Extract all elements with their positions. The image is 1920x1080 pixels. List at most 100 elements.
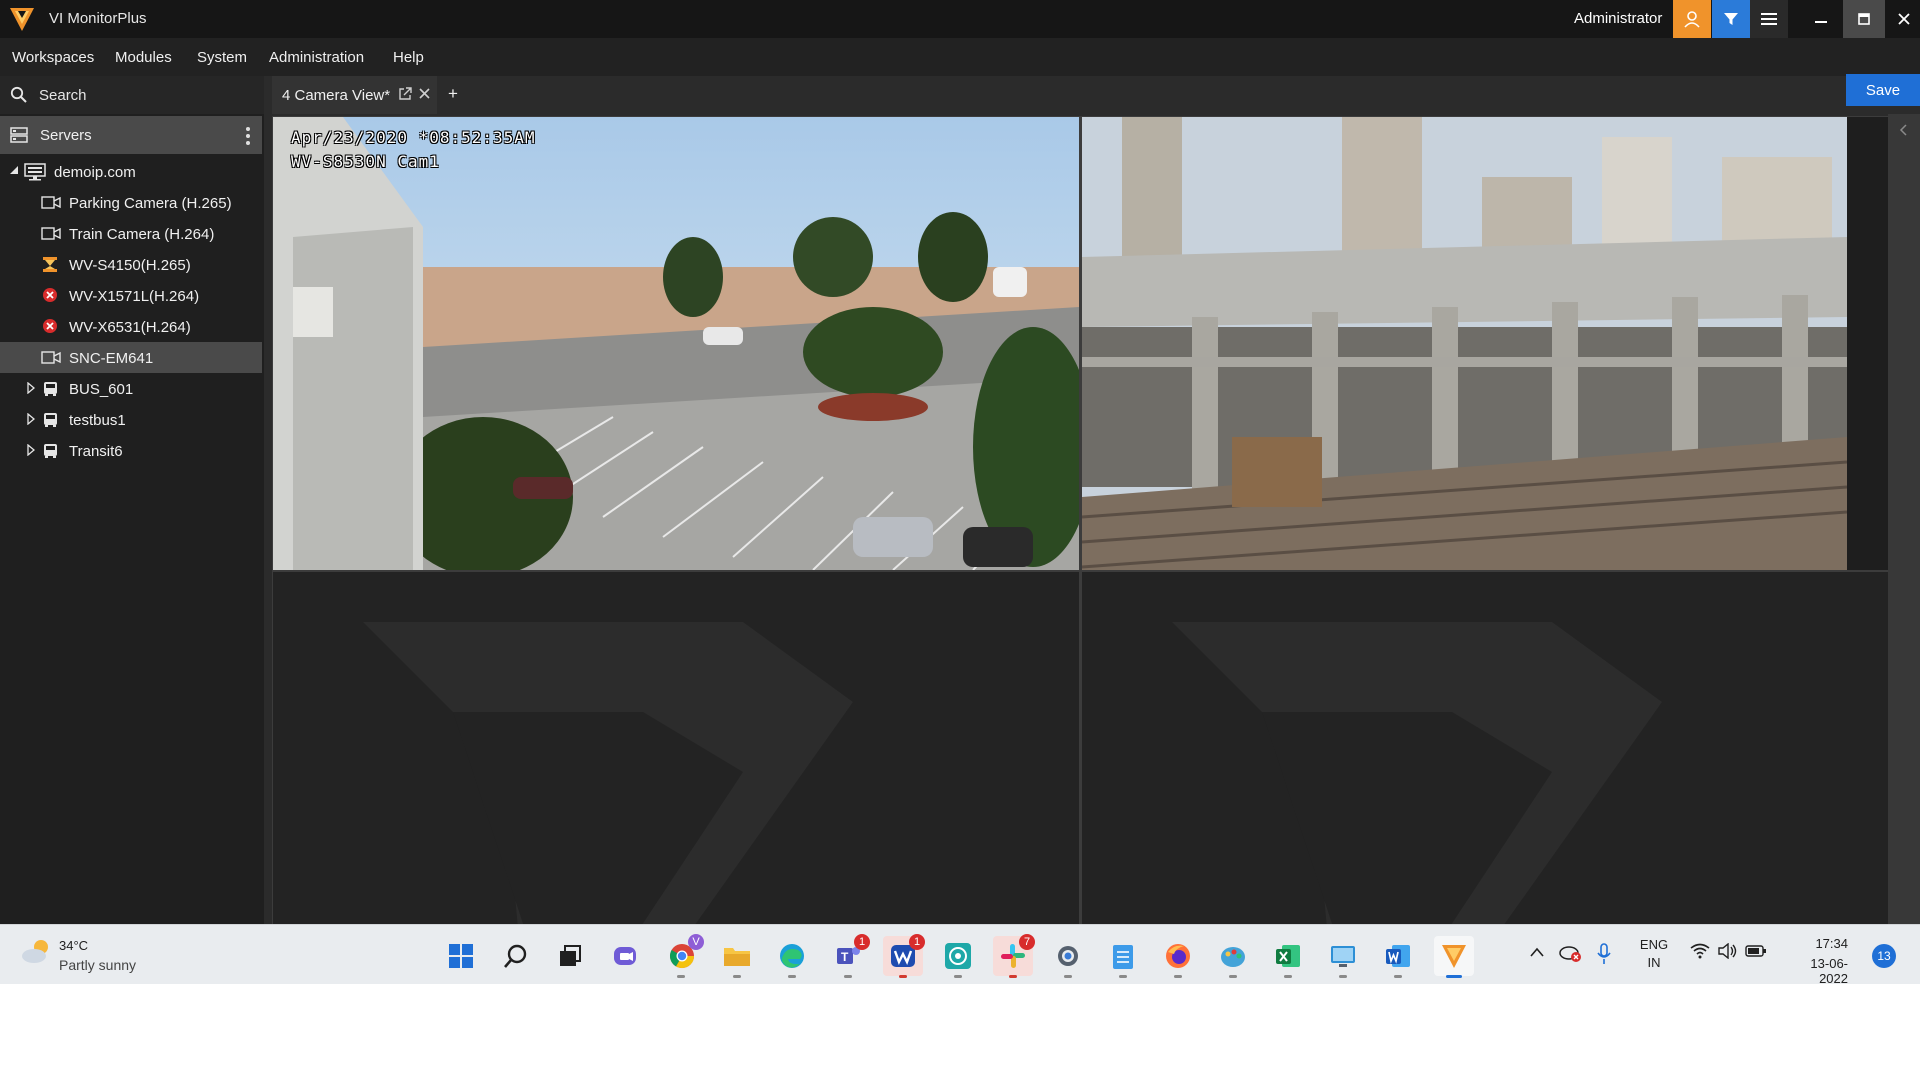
camera-label: WV-S4150(H.265) xyxy=(69,257,191,274)
file-explorer-button[interactable] xyxy=(717,936,757,976)
clock-date[interactable]: 13-06-2022 xyxy=(1788,956,1848,984)
collapsed-triangle-icon[interactable] xyxy=(27,444,35,456)
volume-icon[interactable] xyxy=(1718,943,1738,959)
camera-tile-empty[interactable] xyxy=(273,572,1079,984)
user-name[interactable]: Administrator xyxy=(1574,10,1662,27)
tree-item-camera[interactable]: WV-X1571L(H.264) xyxy=(0,280,262,311)
paint-button[interactable] xyxy=(1213,936,1253,976)
camera-error-icon xyxy=(43,288,57,302)
save-button[interactable]: Save xyxy=(1846,74,1920,106)
right-panel-rail[interactable] xyxy=(1888,114,1920,984)
menu-system[interactable]: System xyxy=(197,49,247,66)
camera-icon xyxy=(41,227,61,240)
start-button[interactable] xyxy=(441,936,481,976)
camera-tile-empty[interactable] xyxy=(1082,572,1888,984)
camera-warning-icon xyxy=(43,257,57,272)
tree-item-bus[interactable]: Transit6 xyxy=(0,435,262,466)
train-station-video-feed xyxy=(1082,117,1847,570)
task-view-button[interactable] xyxy=(550,936,590,976)
chat-button[interactable] xyxy=(606,936,646,976)
parking-lot-video-feed xyxy=(273,117,1079,570)
expanded-triangle-icon[interactable] xyxy=(9,165,19,175)
search-label: Search xyxy=(39,87,87,104)
file-explorer-icon xyxy=(724,948,750,966)
tree-item-camera[interactable]: Parking Camera (H.265) xyxy=(0,187,262,218)
weather-description[interactable]: Partly sunny xyxy=(59,957,136,973)
remote-desktop-button[interactable] xyxy=(1323,936,1363,976)
taskbar-search-button[interactable] xyxy=(496,936,536,976)
tab-close-icon[interactable] xyxy=(418,87,431,100)
maximize-button[interactable] xyxy=(1843,0,1885,38)
tree-item-camera-selected[interactable]: SNC-EM641 xyxy=(0,342,262,373)
tree-item-camera[interactable]: WV-S4150(H.265) xyxy=(0,249,262,280)
tree-item-bus[interactable]: testbus1 xyxy=(0,404,262,435)
chrome-button[interactable]: V xyxy=(662,934,704,976)
running-indicator xyxy=(1229,975,1237,978)
tree-item-camera[interactable]: WV-X6531(H.264) xyxy=(0,311,262,342)
chevron-left-icon[interactable] xyxy=(1898,124,1908,136)
firefox-button[interactable] xyxy=(1158,936,1198,976)
chevron-up-icon[interactable] xyxy=(1530,947,1544,957)
servers-header[interactable]: Servers xyxy=(0,116,262,154)
edge-button[interactable] xyxy=(772,936,812,976)
vi-monitorplus-button[interactable] xyxy=(1434,936,1474,976)
user-icon xyxy=(1684,11,1700,28)
filter-button[interactable] xyxy=(1712,0,1750,38)
hamburger-menu-button[interactable] xyxy=(1750,0,1788,38)
webex-button[interactable]: 1 xyxy=(883,934,925,976)
clock-time[interactable]: 17:34 xyxy=(1788,936,1848,951)
sidebar-splitter[interactable] xyxy=(264,76,272,984)
wifi-icon[interactable] xyxy=(1690,943,1710,959)
tab-4-camera-view[interactable]: 4 Camera View* xyxy=(272,76,437,114)
more-options-icon[interactable] xyxy=(240,125,256,147)
running-indicator xyxy=(677,975,685,978)
menu-administration[interactable]: Administration xyxy=(269,49,364,66)
minimize-button[interactable] xyxy=(1802,0,1840,38)
running-indicator xyxy=(788,975,796,978)
tree-root-label: demoip.com xyxy=(54,164,136,181)
notepad-button[interactable] xyxy=(1103,936,1143,976)
bus-icon xyxy=(44,382,57,396)
running-indicator xyxy=(954,975,962,978)
pop-out-icon[interactable] xyxy=(398,87,412,101)
camera-tile-parking[interactable]: Apr/23/2020 *08:52:35AM WV-S8530N Cam1 xyxy=(273,117,1079,570)
input-language[interactable]: ENG IN xyxy=(1637,936,1671,972)
word-button[interactable] xyxy=(1378,936,1418,976)
notepad-icon xyxy=(1113,945,1133,969)
tree-root-server[interactable]: demoip.com xyxy=(0,156,262,187)
onedrive-error-icon[interactable] xyxy=(1558,943,1582,963)
view-tab-bar: 4 Camera View* + xyxy=(272,76,1920,114)
app-window: VI MonitorPlus Administrator Workspaces … xyxy=(0,0,1920,984)
close-button[interactable] xyxy=(1887,0,1920,38)
chatgpt-button[interactable] xyxy=(938,936,978,976)
camera-tile-train[interactable] xyxy=(1082,117,1888,570)
menu-workspaces[interactable]: Workspaces xyxy=(12,49,94,66)
notification-center-badge[interactable]: 13 xyxy=(1872,944,1896,968)
battery-charging-icon[interactable] xyxy=(1745,943,1767,959)
empty-tile-logo-watermark xyxy=(363,622,853,984)
search-box[interactable]: Search xyxy=(0,76,264,114)
add-tab-button[interactable]: + xyxy=(448,84,458,104)
weather-temperature[interactable]: 34°C xyxy=(59,938,88,953)
bus-icon xyxy=(44,413,57,427)
collapsed-triangle-icon[interactable] xyxy=(27,382,35,394)
tree-item-bus[interactable]: BUS_601 xyxy=(0,373,262,404)
slack-badge: 7 xyxy=(1019,934,1035,950)
collapsed-triangle-icon[interactable] xyxy=(27,413,35,425)
settings-button[interactable] xyxy=(1048,936,1088,976)
teams-button[interactable]: T 1 xyxy=(828,934,870,976)
server-tree-panel: Search Servers demoip.com Parking Camera… xyxy=(0,76,264,984)
menu-help[interactable]: Help xyxy=(393,49,424,66)
camera-grid: Apr/23/2020 *08:52:35AM WV-S8530N Cam1 xyxy=(272,116,1888,984)
excel-button[interactable] xyxy=(1268,936,1308,976)
menu-modules[interactable]: Modules xyxy=(115,49,172,66)
user-button[interactable] xyxy=(1673,0,1711,38)
slack-button[interactable]: 7 xyxy=(993,934,1035,976)
bus-icon xyxy=(44,444,57,458)
close-icon xyxy=(1897,13,1910,25)
tree-item-camera[interactable]: Train Camera (H.264) xyxy=(0,218,262,249)
language-code: ENG xyxy=(1639,937,1669,952)
microphone-icon[interactable] xyxy=(1597,943,1611,965)
chatgpt-icon xyxy=(945,943,971,969)
menu-bar: Workspaces Modules System Administration… xyxy=(0,38,1920,76)
